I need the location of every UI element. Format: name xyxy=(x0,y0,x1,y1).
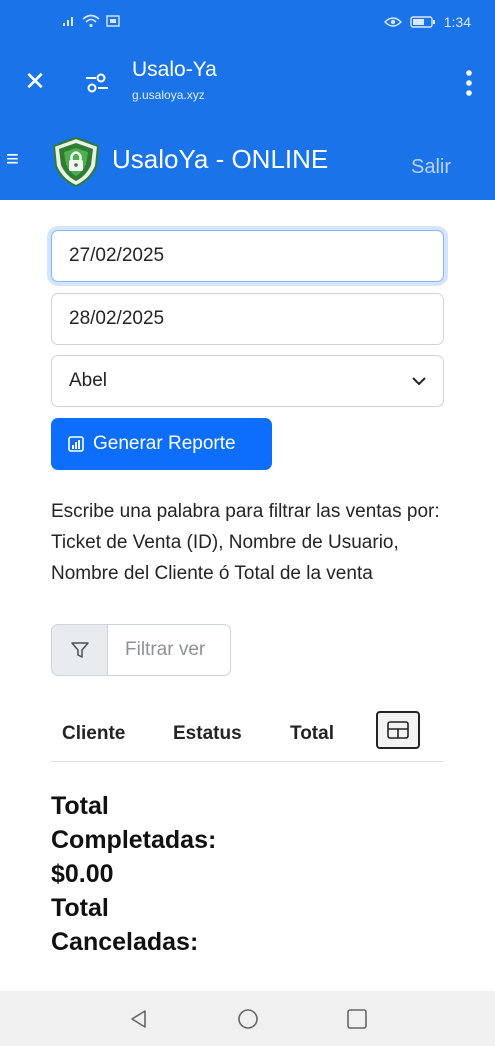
logout-link[interactable]: Salir xyxy=(411,156,451,179)
user-select[interactable]: Abel xyxy=(51,355,444,407)
brand-title[interactable]: UsaloYa - ONLINE xyxy=(112,144,328,175)
more-vert-icon[interactable] xyxy=(465,68,473,98)
end-date-input[interactable]: 28/02/2025 xyxy=(51,293,444,345)
start-date-input[interactable]: 27/02/2025 xyxy=(51,230,444,282)
browser-page-title: Usalo-Ya xyxy=(132,58,217,81)
total-cancelled-label-line2: Canceladas: xyxy=(51,928,199,956)
total-cancelled-label-line1: Total xyxy=(51,894,109,922)
totals-summary: Total Completadas: $0.00 Total Cancelada… xyxy=(51,789,351,959)
chevron-down-icon xyxy=(412,377,426,386)
filter-help-text: Escribe una palabra para filtrar las ven… xyxy=(51,501,440,584)
browser-url[interactable]: g.usaloya.xyz xyxy=(132,88,205,102)
user-select-value: Abel xyxy=(69,370,108,391)
filter-sales-placeholder: Filtrar ver xyxy=(125,639,206,660)
generate-report-button[interactable]: Generar Reporte xyxy=(51,418,272,470)
generate-report-label: Generar Reporte xyxy=(93,433,236,454)
eye-icon xyxy=(383,17,402,27)
filter-addon xyxy=(51,624,108,676)
browser-toolbar: ✕ Usalo-Ya g.usaloya.xyz xyxy=(0,48,495,118)
signal-icon xyxy=(63,17,73,26)
columns-icon xyxy=(387,721,409,739)
total-completed-label-line2: Completadas: xyxy=(51,826,217,854)
end-date-value: 28/02/2025 xyxy=(69,308,165,329)
total-completed-value: $0.00 xyxy=(51,860,114,888)
back-icon[interactable] xyxy=(128,1008,150,1030)
column-header-estatus: Estatus xyxy=(173,723,242,744)
menu-icon[interactable]: ≡ xyxy=(6,148,19,170)
battery-icon xyxy=(410,16,435,28)
android-navigation-bar xyxy=(0,991,495,1046)
table-divider xyxy=(51,761,444,762)
bar-chart-icon xyxy=(68,436,84,452)
filter-input-group: Filtrar ver xyxy=(51,624,231,676)
start-date-value: 27/02/2025 xyxy=(69,245,165,266)
total-completed-label-line1: Total xyxy=(51,792,109,820)
column-header-cliente: Cliente xyxy=(62,723,126,744)
home-icon[interactable] xyxy=(237,1008,259,1030)
column-header-total: Total xyxy=(290,723,334,744)
close-icon[interactable]: ✕ xyxy=(20,66,50,96)
tune-icon[interactable] xyxy=(84,70,110,96)
status-time: 1:34 xyxy=(443,14,471,30)
sim-icon xyxy=(106,15,120,27)
filter-icon xyxy=(71,642,89,658)
column-toggle-button[interactable] xyxy=(376,711,420,749)
app-navbar: ≡ UsaloYa - ONLINE Salir xyxy=(0,118,495,200)
status-bar: 1:34 xyxy=(0,0,495,48)
shield-lock-logo-icon[interactable] xyxy=(50,136,102,188)
filter-sales-input[interactable]: Filtrar ver xyxy=(107,624,231,676)
wifi-icon xyxy=(82,14,100,28)
recents-icon[interactable] xyxy=(346,1008,368,1030)
